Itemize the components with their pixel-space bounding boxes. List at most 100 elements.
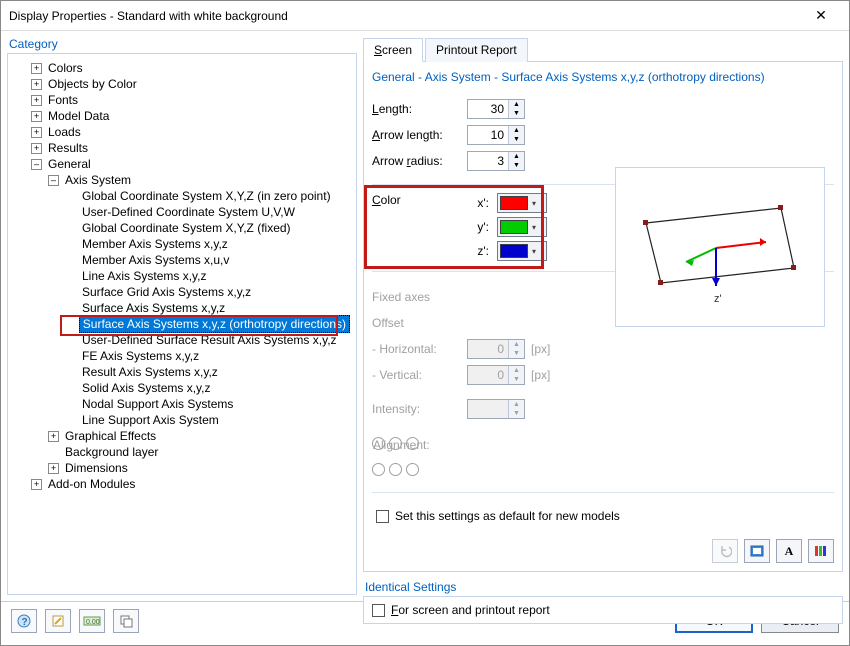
length-input[interactable]	[468, 100, 508, 118]
tree-item-axis-child[interactable]: Member Axis Systems x,y,z	[80, 236, 230, 252]
length-stepper[interactable]: ▲▼	[467, 99, 525, 119]
color-x-picker[interactable]: ▾	[497, 193, 547, 213]
spin-down-icon[interactable]: ▼	[509, 161, 524, 170]
fixed-axes-label: Fixed axes	[372, 290, 430, 304]
color-z-picker[interactable]: ▾	[497, 241, 547, 261]
spin-up-icon[interactable]: ▲	[509, 100, 524, 109]
tree-item-axis-system[interactable]: Axis System	[63, 172, 133, 188]
alignment-radio-4	[406, 463, 419, 476]
color-y-picker[interactable]: ▾	[497, 217, 547, 237]
expander-icon[interactable]: +	[31, 79, 42, 90]
tree-item-colors[interactable]: Colors	[46, 60, 85, 76]
section-heading: General - Axis System - Surface Axis Sys…	[372, 70, 834, 84]
font-button[interactable]: A	[776, 539, 802, 563]
edit-button[interactable]	[45, 609, 71, 633]
tree-item-axis-child[interactable]: Member Axis Systems x,u,v	[80, 252, 231, 268]
category-tree[interactable]: + Colors + Objects by Color + Fonts + Model …	[14, 60, 350, 492]
tree-item-objects-by-color[interactable]: Objects by Color	[46, 76, 139, 92]
expander-icon[interactable]: +	[31, 143, 42, 154]
tree-item-axis-child[interactable]: Nodal Support Axis Systems	[80, 396, 235, 412]
palette-button[interactable]	[808, 539, 834, 563]
tree-item-background-layer[interactable]: Background layer	[63, 444, 160, 460]
identical-block: Identical Settings For screen and printo…	[363, 580, 843, 624]
intensity-stepper: ▲▼	[467, 399, 525, 419]
tree-item-model-data[interactable]: Model Data	[46, 108, 111, 124]
tree-item-loads[interactable]: Loads	[46, 124, 83, 140]
category-panel: Category + Colors + Objects by Color + Font…	[7, 37, 357, 595]
offset-horizontal-input	[468, 340, 508, 358]
identical-caption: Identical Settings	[363, 580, 843, 594]
tree-item-axis-child[interactable]: Global Coordinate System X,Y,Z (fixed)	[80, 220, 293, 236]
svg-text:?: ?	[22, 617, 28, 628]
svg-text:0.00: 0.00	[86, 619, 100, 626]
copy-button[interactable]	[113, 609, 139, 633]
intensity-input	[468, 400, 508, 418]
preview-z-label: z'	[714, 293, 722, 305]
tree-item-axis-child[interactable]: Surface Axis Systems x,y,z	[80, 300, 227, 316]
content-area: Category + Colors + Objects by Color + Font…	[1, 31, 849, 601]
default-checkbox[interactable]	[376, 510, 389, 523]
px-unit: [px]	[531, 342, 550, 356]
units-button[interactable]: 0.00	[79, 609, 105, 633]
expander-icon[interactable]: +	[48, 431, 59, 442]
default-checkbox-row[interactable]: Set this settings as default for new mod…	[372, 505, 834, 527]
load-default-button[interactable]	[744, 539, 770, 563]
expander-icon[interactable]: +	[31, 127, 42, 138]
tree-item-axis-child[interactable]: FE Axis Systems x,y,z	[80, 348, 201, 364]
identical-checkbox[interactable]	[372, 604, 385, 617]
arrow-radius-stepper[interactable]: ▲▼	[467, 151, 525, 171]
category-caption: Category	[7, 37, 357, 51]
expander-icon[interactable]: +	[31, 63, 42, 74]
collapse-icon[interactable]: –	[48, 175, 59, 186]
expander-icon[interactable]: +	[31, 111, 42, 122]
spin-down-icon: ▼	[509, 409, 524, 418]
expander-icon[interactable]: +	[48, 463, 59, 474]
settings-panel: SScreencreen Printout Report General - A…	[363, 37, 843, 595]
tree-item-dimensions[interactable]: Dimensions	[63, 460, 130, 476]
chevron-down-icon: ▾	[532, 223, 536, 232]
color-y-swatch	[500, 220, 528, 234]
collapse-icon[interactable]: –	[31, 159, 42, 170]
arrow-length-stepper[interactable]: ▲▼	[467, 125, 525, 145]
close-icon[interactable]: ✕	[801, 2, 841, 30]
spin-down-icon[interactable]: ▼	[509, 109, 524, 118]
default-checkbox-label: Set this settings as default for new mod…	[395, 509, 620, 523]
tree-item-addon-modules[interactable]: Add-on Modules	[46, 476, 137, 492]
tree-item-axis-child[interactable]: Line Axis Systems x,y,z	[80, 268, 208, 284]
color-x-swatch	[500, 196, 528, 210]
color-z-label: z':	[467, 244, 497, 258]
color-section-label: Color	[372, 193, 467, 261]
expander-icon[interactable]: +	[31, 479, 42, 490]
tree-item-axis-child-selected[interactable]: Surface Axis Systems x,y,z (orthotropy d…	[79, 315, 350, 333]
tree-item-axis-child[interactable]: Result Axis Systems x,y,z	[80, 364, 220, 380]
tab-printout-report[interactable]: Printout Report	[425, 38, 528, 62]
undo-button	[712, 539, 738, 563]
color-y-label: y':	[467, 220, 497, 234]
alignment-radio-1	[389, 437, 402, 450]
tree-item-axis-child[interactable]: Global Coordinate System X,Y,Z (in zero …	[80, 188, 333, 204]
tree-item-axis-child[interactable]: Surface Grid Axis Systems x,y,z	[80, 284, 253, 300]
spin-up-icon[interactable]: ▲	[509, 152, 524, 161]
tree-item-axis-child[interactable]: User-Defined Coordinate System U,V,W	[80, 204, 297, 220]
arrow-radius-input[interactable]	[468, 152, 508, 170]
spin-up-icon: ▲	[509, 366, 524, 375]
tree-item-axis-child[interactable]: Solid Axis Systems x,y,z	[80, 380, 212, 396]
arrow-length-input[interactable]	[468, 126, 508, 144]
tree-item-axis-child[interactable]: User-Defined Surface Result Axis Systems…	[80, 332, 339, 348]
axis-preview: z'	[615, 167, 825, 327]
offset-horizontal-label: - Horizontal:	[372, 342, 467, 356]
tree-item-results[interactable]: Results	[46, 140, 90, 156]
tab-screen[interactable]: SScreencreen	[363, 38, 423, 62]
tree-item-fonts[interactable]: Fonts	[46, 92, 80, 108]
tree-item-general[interactable]: General	[46, 156, 93, 172]
spin-down-icon[interactable]: ▼	[509, 135, 524, 144]
tree-item-graphical-effects[interactable]: Graphical Effects	[63, 428, 158, 444]
expander-icon[interactable]: +	[31, 95, 42, 106]
color-z-swatch	[500, 244, 528, 258]
identical-checkbox-row[interactable]: For screen and printout report	[368, 599, 838, 621]
tree-item-axis-child[interactable]: Line Support Axis System	[80, 412, 221, 428]
intensity-label: Intensity:	[372, 402, 467, 416]
offset-vertical-input	[468, 366, 508, 384]
help-button[interactable]: ?	[11, 609, 37, 633]
spin-up-icon[interactable]: ▲	[509, 126, 524, 135]
